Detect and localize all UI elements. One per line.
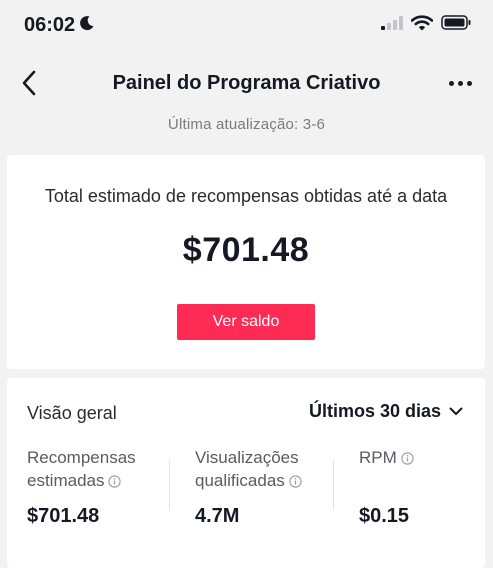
metric-label-line: estimadas [27,471,105,490]
total-rewards-card: Total estimado de recompensas obtidas at… [7,155,485,369]
info-icon[interactable] [108,475,122,488]
info-icon[interactable] [289,475,302,488]
metric-rpm: RPM [359,446,414,469]
page-title: Painel do Programa Criativo [112,71,381,94]
total-rewards-label: Total estimado de recompensas obtidas at… [44,186,448,206]
metric-value-rpm: $0.15 [359,505,410,527]
metric-value-qualified-views: 4.7M [195,505,240,527]
period-selector[interactable]: Últimos 30 dias [309,401,463,422]
more-icon-dot [457,80,463,86]
back-button[interactable] [14,68,44,98]
more-icon-dot [466,80,472,86]
metric-label-line: qualificadas [195,471,285,490]
metric-label-line: Visualizações [195,448,299,467]
back-arrow-icon [22,70,36,96]
overview-card: Visão geral Últimos 30 dias Recompensas … [7,378,485,568]
metric-label: Visualizações qualificadas [195,446,302,492]
more-button[interactable] [443,68,477,98]
info-icon[interactable] [401,452,414,465]
last-updated-text: Última atualização: 3-6 [167,116,326,133]
status-time-text: 06:02 [24,13,76,36]
metric-value-estimated-rewards: $701.48 [27,505,100,527]
header: Painel do Programa Criativo [0,56,493,110]
chevron-down-icon [449,407,463,415]
battery-icon [441,15,471,35]
more-icon [448,80,454,86]
status-time: 06:02 [24,14,95,37]
period-label: Últimos 30 dias [308,401,441,421]
overview-title: Visão geral [27,403,117,423]
view-balance-button[interactable]: Ver saldo [177,304,315,340]
metric-label: RPM [359,446,414,469]
metric-label: Recompensas estimadas [27,446,136,492]
signal-icon [381,15,403,35]
metric-divider [333,460,334,510]
total-rewards-amount: $701.48 [182,231,310,269]
wifi-icon [410,14,434,36]
metric-divider [169,460,170,510]
metric-label-line: RPM [359,448,397,467]
status-bar: 06:02 [0,0,493,50]
metric-qualified-views: Visualizações qualificadas [195,446,302,492]
status-icons [381,14,471,36]
metric-label-line: Recompensas [27,448,136,467]
moon-icon [79,14,95,37]
metric-estimated-rewards: Recompensas estimadas [27,446,136,492]
